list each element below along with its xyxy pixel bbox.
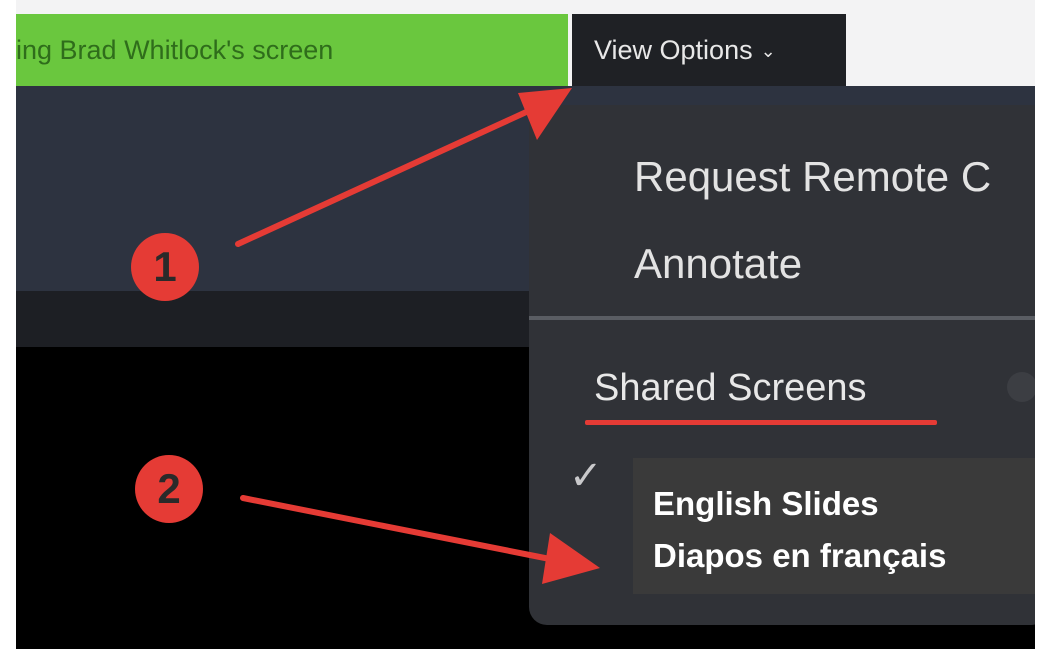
option-english-slides[interactable]: English Slides (653, 478, 1035, 530)
view-options-button[interactable]: View Options ⌄ (572, 14, 846, 86)
callout-badge-2: 2 (135, 455, 203, 523)
chevron-down-icon: ⌄ (760, 41, 776, 61)
menu-item-annotate[interactable]: Annotate (634, 240, 802, 288)
view-options-label: View Options (594, 35, 753, 65)
red-underline (585, 420, 937, 425)
slides-language-overlay: English Slides Diapos en français (633, 458, 1035, 594)
menu-divider (529, 316, 1035, 320)
screen-share-banner: ing Brad Whitlock's screen (16, 14, 568, 86)
callout-badge-1: 1 (131, 233, 199, 301)
screen-share-banner-text: ing Brad Whitlock's screen (16, 35, 334, 65)
menu-item-request-remote-control[interactable]: Request Remote C (634, 153, 991, 201)
checkmark-icon: ✓ (569, 454, 603, 498)
option-diapos-en-francais[interactable]: Diapos en français (653, 530, 1035, 582)
menu-item-shared-screens[interactable]: Shared Screens (594, 367, 867, 410)
submenu-chevron-icon (1007, 372, 1035, 402)
